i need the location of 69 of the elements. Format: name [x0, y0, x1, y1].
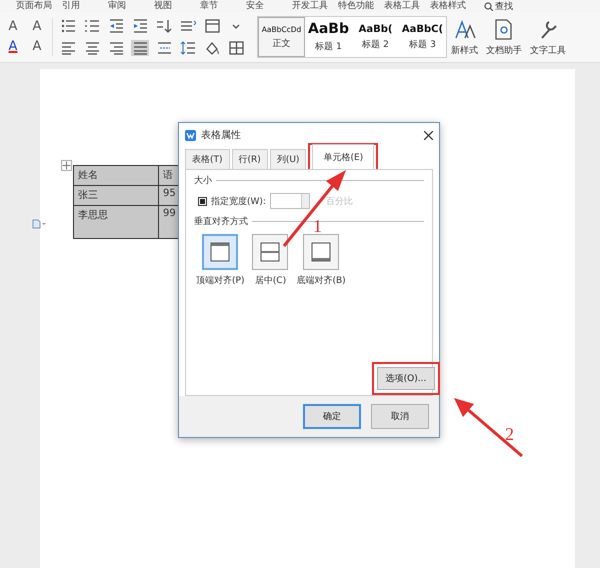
bullet-list-icon[interactable] [60, 18, 76, 34]
annotation-number: 1 [313, 217, 322, 235]
align-left-icon[interactable] [60, 40, 76, 56]
line-spacing-icon[interactable] [180, 40, 196, 56]
page-icon[interactable] [32, 219, 46, 229]
menu-tab[interactable]: 页面布局 [16, 0, 62, 12]
app-icon [185, 130, 196, 140]
cancel-button[interactable]: 取消 [371, 404, 429, 429]
checkbox[interactable] [198, 196, 207, 206]
menu-tab[interactable]: 审阅 [108, 0, 154, 12]
dialog-title: 表格属性 [201, 128, 242, 142]
close-button[interactable] [424, 128, 433, 142]
text-box-icon[interactable] [204, 18, 220, 34]
checkbox-label[interactable]: 指定宽度(W): [211, 194, 266, 208]
menu-tab[interactable]: 表格工具 [384, 0, 430, 12]
justify-icon[interactable] [132, 40, 148, 56]
increase-indent-icon[interactable] [132, 18, 148, 34]
align-bottom-icon [309, 240, 334, 264]
menu-tab[interactable]: 视图 [154, 0, 200, 12]
style-label: 标题 3 [409, 38, 436, 50]
align-label: 顶端对齐(P) [196, 274, 244, 287]
shrink-font-button[interactable]: A [28, 19, 46, 35]
menu-tab[interactable]: 章节 [200, 0, 246, 12]
table-cell: 李思思 [74, 206, 158, 238]
grow-font-button[interactable]: A [4, 19, 22, 35]
search-icon [484, 2, 493, 10]
annotation-number: 2 [505, 425, 514, 443]
shading-icon[interactable] [204, 40, 220, 56]
style-preview: AaBb [308, 21, 349, 37]
dialog-tab[interactable]: 单元格(E) [312, 144, 374, 169]
text-effect-button[interactable]: A [28, 39, 46, 55]
ok-button[interactable]: 确定 [303, 404, 361, 429]
align-label: 底端对齐(B) [296, 274, 346, 287]
tool-button[interactable]: 文档助手 [482, 18, 526, 56]
numbered-list-icon[interactable] [84, 18, 100, 34]
align-label: 居中(C) [254, 274, 286, 287]
menu-tab[interactable]: 开发工具 [292, 0, 338, 12]
menu-tab[interactable]: 引用 [62, 0, 108, 12]
menu-tab[interactable]: 安全 [246, 0, 292, 12]
table-cell: 张三 [74, 186, 158, 206]
letters-icon[interactable] [452, 18, 476, 40]
align-option[interactable]: 底端对齐(B) [296, 234, 346, 287]
tool-button[interactable]: 新样式 [447, 18, 482, 56]
table-cell: 姓名 [74, 166, 158, 186]
dialog-tab[interactable]: 表格(T) [185, 149, 230, 169]
distribute-icon[interactable] [156, 40, 172, 56]
style-preview: AaBbC( [402, 24, 444, 34]
style-label: 正文 [272, 38, 290, 50]
align-center-icon[interactable] [84, 40, 100, 56]
font-color-button[interactable]: A [4, 39, 22, 55]
options-button[interactable]: 选项(O)... [377, 367, 435, 390]
borders-icon[interactable] [228, 40, 244, 56]
sort-icon[interactable] [156, 18, 172, 34]
number-field[interactable] [270, 193, 310, 209]
menu-tab[interactable]: 特色功能 [338, 0, 384, 12]
style-preview: AaBb( [358, 24, 392, 34]
align-middle-icon [258, 240, 282, 264]
menu-tab[interactable]: 表格样式 [430, 0, 476, 12]
tool-button[interactable]: 文字工具 [526, 18, 570, 56]
search-label[interactable]: 查找 [495, 0, 513, 12]
align-top-icon [208, 240, 232, 264]
dialog-tab[interactable]: 行(R) [232, 149, 268, 169]
decrease-indent-icon[interactable] [108, 18, 124, 34]
style-label: 标题 2 [362, 38, 389, 50]
move-handle-icon[interactable] [61, 160, 72, 171]
dialog-tab[interactable]: 列(U) [270, 149, 306, 169]
align-right-icon[interactable] [108, 40, 124, 56]
style-label: 标题 1 [315, 40, 342, 53]
annotation-arrow [454, 398, 523, 458]
